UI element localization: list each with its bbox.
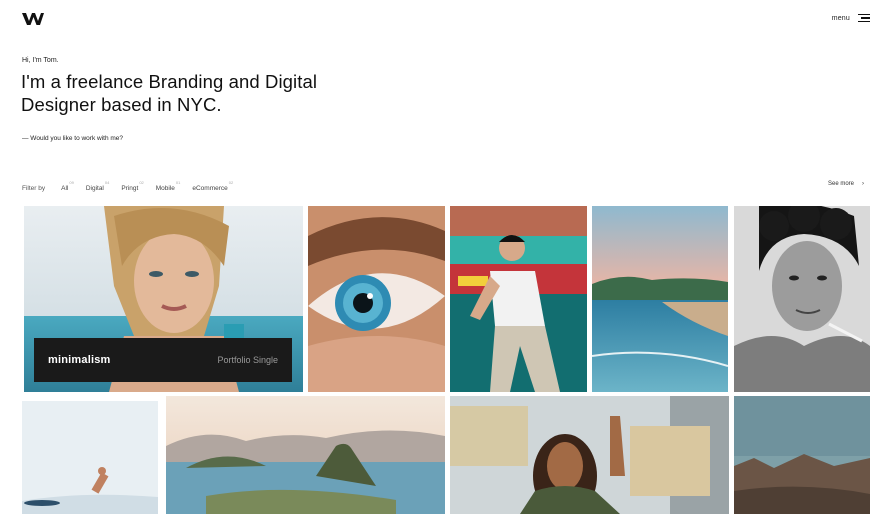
portfolio-item-minimalism[interactable]: minimalism Portfolio Single xyxy=(24,206,303,392)
portfolio-item-landscape[interactable] xyxy=(166,396,445,514)
filter-label: Filter by xyxy=(22,185,46,192)
filter-ecommerce[interactable]: eCommerce02 xyxy=(192,180,233,192)
filter-all[interactable]: All09 xyxy=(61,180,74,192)
filter-ecommerce-label: eCommerce xyxy=(192,185,228,192)
filter-ecommerce-count: 02 xyxy=(228,180,234,185)
caption-title: minimalism xyxy=(48,354,111,366)
protest-image xyxy=(450,396,729,514)
w-logo-icon[interactable] xyxy=(22,13,44,25)
menu-label: menu xyxy=(831,14,850,22)
eye-closeup-image xyxy=(308,206,445,392)
page-title: I'm a freelance Branding and Digital Des… xyxy=(21,71,318,115)
filter-print-count: 02 xyxy=(139,180,144,185)
menu-button[interactable]: menu xyxy=(832,14,870,22)
mountain-image xyxy=(734,396,870,514)
bw-man-portrait-image xyxy=(734,206,870,392)
surfer-image xyxy=(22,401,158,514)
featured-caption: minimalism Portfolio Single xyxy=(34,338,292,382)
portfolio-item-street[interactable] xyxy=(450,206,587,392)
portfolio-item-eye[interactable] xyxy=(308,206,445,392)
bay-landscape-image xyxy=(166,396,445,514)
filter-digital-count: 04 xyxy=(104,180,110,185)
filter-mobile-label: Mobile xyxy=(155,185,175,192)
greeting-text: Hi, I'm Tom. xyxy=(22,57,59,64)
portfolio-item-beach[interactable] xyxy=(592,206,728,392)
street-man-image xyxy=(450,206,587,392)
filter-all-count: 09 xyxy=(69,180,74,185)
filter-digital-label: Digital xyxy=(85,185,104,192)
see-more-link[interactable]: See more › xyxy=(828,181,864,187)
portfolio-item-bw-portrait[interactable] xyxy=(734,206,870,392)
portfolio-item-protest[interactable] xyxy=(450,396,729,514)
work-with-me-link[interactable]: — Would you like to work with me? xyxy=(22,135,123,142)
filter-digital[interactable]: Digital04 xyxy=(86,180,110,192)
caption-subtitle: Portfolio Single xyxy=(217,355,278,365)
beach-image xyxy=(592,206,728,392)
portfolio-item-surfer[interactable] xyxy=(22,401,158,514)
filter-bar: Filter by All09 Digital04 Pringt02 Mobil… xyxy=(22,180,245,192)
arrow-icon: › xyxy=(862,181,864,187)
portfolio-item-mountains[interactable] xyxy=(734,396,870,514)
hamburger-icon xyxy=(858,14,870,22)
filter-print[interactable]: Pringt02 xyxy=(121,180,143,192)
filter-mobile[interactable]: Mobile01 xyxy=(156,180,181,192)
filter-mobile-count: 01 xyxy=(175,180,181,185)
filter-print-label: Pringt xyxy=(121,185,139,192)
filter-all-label: All xyxy=(61,185,69,192)
see-more-label: See more xyxy=(827,181,854,187)
